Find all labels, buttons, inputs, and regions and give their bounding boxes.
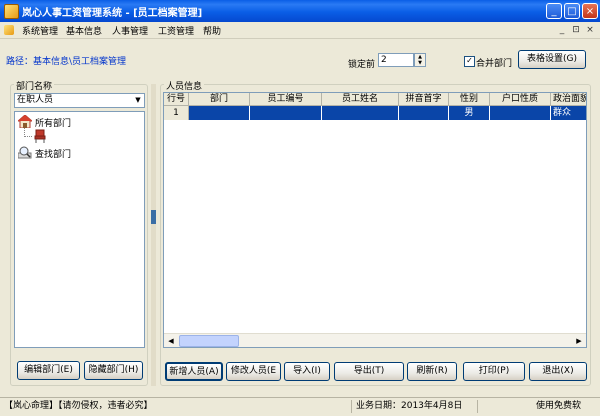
- lock-columns-input[interactable]: 2: [378, 53, 414, 67]
- title-bar[interactable]: 岚心人事工资管理系统 - [员工档案管理] _ □ ×: [0, 0, 600, 22]
- col-header-emp-id[interactable]: 员工编号: [250, 93, 322, 106]
- lock-label: 锁定前: [348, 60, 376, 70]
- panel-splitter[interactable]: [151, 84, 156, 386]
- mdi-close-button[interactable]: ×: [584, 24, 596, 36]
- hide-dept-button[interactable]: 隐藏部门(H): [84, 361, 143, 380]
- menu-hr[interactable]: 人事管理: [112, 24, 148, 37]
- mdi-restore-button[interactable]: ⊡: [570, 24, 582, 36]
- import-button[interactable]: 导入(I): [284, 362, 330, 381]
- col-header-hukou[interactable]: 户口性质: [490, 93, 551, 106]
- scroll-left-arrow-icon[interactable]: ◀: [164, 334, 178, 347]
- app-icon: [4, 4, 19, 19]
- cell-emp-name[interactable]: [322, 106, 399, 120]
- close-button[interactable]: ×: [582, 3, 598, 19]
- print-button[interactable]: 打印(P): [463, 362, 525, 381]
- scroll-thumb[interactable]: [179, 335, 239, 347]
- menu-salary[interactable]: 工资管理: [158, 24, 194, 37]
- maximize-button[interactable]: □: [564, 3, 580, 19]
- dept-group-label: 部门名称: [14, 79, 55, 92]
- scroll-right-arrow-icon[interactable]: ▶: [572, 334, 586, 347]
- tree-connector: [24, 136, 32, 138]
- employee-status-select[interactable]: 在职人员: [14, 93, 145, 108]
- col-header-gender[interactable]: 性别: [449, 93, 490, 106]
- mdi-minimize-button[interactable]: _: [556, 24, 568, 36]
- cell-dept[interactable]: [189, 106, 250, 120]
- menu-system[interactable]: 系统管理: [22, 24, 58, 37]
- horizontal-scrollbar[interactable]: ◀ ▶: [164, 333, 586, 347]
- tree-label: 所有部门: [35, 119, 72, 129]
- employee-grid[interactable]: 行号 部门 员工编号 员工姓名 拼音首字 性别 户口性质 政治面貌 1 男 群众…: [163, 92, 587, 348]
- window-title: 岚心人事工资管理系统 - [员工档案管理]: [22, 8, 203, 19]
- col-header-pinyin[interactable]: 拼音首字: [399, 93, 449, 106]
- menu-basic-info[interactable]: 基本信息: [66, 24, 102, 37]
- refresh-button[interactable]: 刷新(R): [407, 362, 457, 381]
- edit-dept-button[interactable]: 编辑部门(E): [17, 361, 80, 380]
- search-icon: [18, 146, 32, 159]
- chair-icon[interactable]: [33, 129, 47, 143]
- export-button[interactable]: 导出(T): [334, 362, 404, 381]
- status-copyright: 【岚心命理】【请勿侵权，违者必究】: [0, 400, 352, 413]
- merge-dept-checkbox[interactable]: ✓: [464, 56, 475, 67]
- edit-employee-button[interactable]: 修改人员(E: [226, 362, 281, 381]
- mdi-doc-icon: [4, 25, 14, 35]
- row-number-cell[interactable]: 1: [164, 106, 189, 120]
- col-header-dept[interactable]: 部门: [189, 93, 250, 106]
- cell-emp-id[interactable]: [250, 106, 322, 120]
- employee-info-label: 人员信息: [164, 79, 205, 92]
- lock-spinner[interactable]: ▲ ▼: [414, 53, 426, 67]
- minimize-button[interactable]: _: [546, 3, 562, 19]
- col-header-political[interactable]: 政治面貌: [551, 93, 586, 106]
- splitter-grip[interactable]: [151, 210, 156, 224]
- tree-label: 查找部门: [35, 150, 72, 160]
- merge-dept-label: 合并部门: [476, 59, 513, 69]
- status-license: 使用免费软: [536, 401, 582, 411]
- exit-button[interactable]: 退出(X): [529, 362, 587, 381]
- cell-political[interactable]: 群众: [551, 106, 586, 120]
- status-bar: 【岚心命理】【请勿侵权，违者必究】 业务日期：2013年4月8日 使用免费软: [0, 397, 600, 416]
- house-icon: [18, 115, 32, 128]
- cell-hukou[interactable]: [490, 106, 551, 120]
- col-header-row-no[interactable]: 行号: [164, 93, 189, 106]
- menu-bar: 系统管理 基本信息 人事管理 工资管理 帮助 _ ⊡ ×: [0, 22, 600, 39]
- status-business-date: 业务日期：2013年4月8日: [352, 400, 478, 413]
- cell-pinyin[interactable]: [399, 106, 449, 120]
- menu-help[interactable]: 帮助: [203, 24, 221, 37]
- chevron-down-icon[interactable]: ▼: [132, 94, 144, 107]
- cell-gender[interactable]: 男: [449, 106, 490, 120]
- breadcrumb: 路径：基本信息\员工档案管理: [6, 57, 127, 67]
- col-header-emp-name[interactable]: 员工姓名: [322, 93, 399, 106]
- add-employee-button[interactable]: 新增人员(A): [165, 362, 223, 381]
- dept-tree[interactable]: 所有部门 查找部门: [14, 111, 145, 348]
- table-settings-button[interactable]: 表格设置(G): [518, 50, 586, 69]
